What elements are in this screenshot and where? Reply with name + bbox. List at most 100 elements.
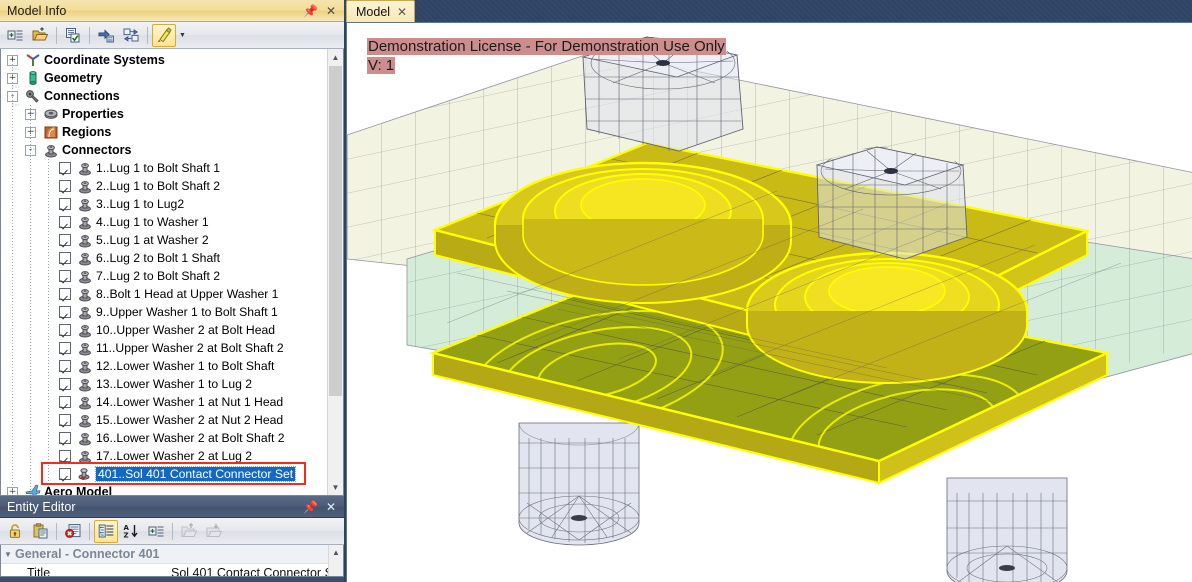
close-icon[interactable]: ✕ (326, 501, 336, 513)
check-all-icon[interactable] (61, 24, 85, 47)
tree-item-checkbox[interactable] (59, 198, 71, 210)
tree-item-connector-6[interactable]: 6..Lug 2 to Bolt 1 Shaft (1, 249, 327, 267)
tree-item-connector-15[interactable]: 15..Lower Washer 2 at Nut 2 Head (1, 411, 327, 429)
tab-model[interactable]: Model ✕ (346, 0, 416, 22)
tree-item-connector-13[interactable]: 13..Lower Washer 1 to Lug 2 (1, 375, 327, 393)
expand-node-icon[interactable]: + (7, 54, 18, 66)
model-tree-scrollbar[interactable]: ▲ ▼ (327, 49, 343, 495)
import-icon (177, 520, 201, 543)
connector-icon (77, 160, 93, 176)
connector-icon (77, 412, 93, 428)
clear-filter-icon[interactable] (61, 520, 85, 543)
tree-item-checkbox[interactable] (59, 378, 71, 390)
expand-tree-icon[interactable] (3, 24, 27, 47)
model-info-title: Model Info (7, 3, 67, 18)
tree-item-checkbox[interactable] (59, 288, 71, 300)
entity-editor-toolbar: AZ (0, 518, 344, 545)
tree-item-checkbox[interactable] (59, 270, 71, 282)
chevron-up-icon[interactable]: ▲ (329, 545, 343, 560)
property-row[interactable]: Title Sol 401 Contact Connector S (1, 564, 343, 576)
entity-editor-title: Entity Editor (7, 499, 76, 514)
property-value[interactable]: Sol 401 Contact Connector S (171, 566, 333, 576)
collapse-node-icon[interactable]: - (7, 90, 18, 102)
scrollbar-thumb[interactable] (329, 66, 342, 396)
collapse-triangle-icon[interactable]: ▼ (1, 550, 15, 559)
entity-editor-scrollbar[interactable]: ▲ (328, 545, 343, 576)
tree-item-connector-17[interactable]: 17..Lower Washer 2 at Lug 2 (1, 447, 327, 465)
chevron-down-icon[interactable]: ▼ (328, 479, 343, 495)
tree-item-label: 2..Lug 1 to Bolt Shaft 2 (96, 179, 220, 193)
tree-item-label: 13..Lower Washer 1 to Lug 2 (96, 377, 253, 391)
toolbar-separator (89, 26, 90, 44)
tree-item-connector-401[interactable]: 401..Sol 401 Contact Connector Set (1, 465, 327, 483)
tree-item-checkbox[interactable] (59, 162, 71, 174)
tree-item-label: 9..Upper Washer 1 to Bolt Shaft 1 (96, 305, 278, 319)
tree-item-checkbox[interactable] (59, 468, 71, 480)
tree-item-checkbox[interactable] (59, 432, 71, 444)
expand-all-icon[interactable] (144, 520, 168, 543)
tree-item-checkbox[interactable] (59, 360, 71, 372)
tree-item-checkbox[interactable] (59, 180, 71, 192)
expand-node-icon[interactable]: + (25, 126, 36, 138)
tree-item-regions[interactable]: + Regions (1, 123, 327, 141)
expand-node-icon[interactable]: + (7, 72, 18, 84)
tree-item-connector-5[interactable]: 5..Lug 1 at Washer 2 (1, 231, 327, 249)
lock-icon[interactable] (3, 520, 27, 543)
sort-az-icon[interactable]: AZ (119, 520, 143, 543)
tree-item-checkbox[interactable] (59, 450, 71, 462)
tree-item-label: 15..Lower Washer 2 at Nut 2 Head (96, 413, 284, 427)
airplane-icon (25, 484, 41, 495)
entity-editor-group-header[interactable]: ▼ General - Connector 401 (1, 545, 343, 564)
bolt-shaft-1 (518, 422, 640, 546)
tree-item-connector-3[interactable]: 3..Lug 1 to Lug2 (1, 195, 327, 213)
tree-item-connectors[interactable]: - Connectors (1, 141, 327, 159)
highlighter-icon[interactable] (152, 23, 176, 47)
tree-item-connector-14[interactable]: 14..Lower Washer 1 at Nut 1 Head (1, 393, 327, 411)
tree-item-connector-9[interactable]: 9..Upper Washer 1 to Bolt Shaft 1 (1, 303, 327, 321)
tree-item-checkbox[interactable] (59, 396, 71, 408)
open-folder-icon[interactable] (28, 24, 52, 47)
tree-item-properties[interactable]: + Properties (1, 105, 327, 123)
connector-icon (77, 232, 93, 248)
tree-item-connector-11[interactable]: 11..Upper Washer 2 at Bolt Shaft 2 (1, 339, 327, 357)
tree-item-connector-10[interactable]: 10..Upper Washer 2 at Bolt Head (1, 321, 327, 339)
washer-stack-1 (493, 161, 793, 304)
chevron-up-icon[interactable]: ▲ (328, 49, 343, 65)
tree-item-geometry[interactable]: + Geometry (1, 69, 327, 87)
expand-node-icon[interactable]: + (7, 486, 18, 495)
move-to-icon[interactable] (94, 24, 118, 47)
clipboard-icon[interactable] (28, 520, 52, 543)
tree-item-connector-4[interactable]: 4..Lug 1 to Washer 1 (1, 213, 327, 231)
chevron-down-icon[interactable]: ▼ (177, 32, 188, 39)
tree-item-connections[interactable]: - Connections (1, 87, 327, 105)
tree-item-coordinate-systems[interactable]: + Coordinate Systems (1, 51, 327, 69)
tree-item-connector-1[interactable]: 1..Lug 1 to Bolt Shaft 1 (1, 159, 327, 177)
tree-item-connector-12[interactable]: 12..Lower Washer 1 to Bolt Shaft (1, 357, 327, 375)
tree-item-connector-2[interactable]: 2..Lug 1 to Bolt Shaft 2 (1, 177, 327, 195)
tree-item-connector-16[interactable]: 16..Lower Washer 2 at Bolt Shaft 2 (1, 429, 327, 447)
pin-icon[interactable]: 📌 (303, 501, 318, 513)
tree-item-aero-model[interactable]: + Aero Model (1, 483, 327, 495)
tree-item-checkbox[interactable] (59, 324, 71, 336)
categorized-icon[interactable] (94, 519, 118, 543)
connector-icon (77, 214, 93, 230)
close-icon[interactable]: ✕ (397, 5, 407, 19)
model-tree[interactable]: + Coordinate Systems + Geometry - Connections… (1, 49, 327, 495)
tree-item-checkbox[interactable] (59, 414, 71, 426)
axes-icon (25, 52, 41, 68)
tree-item-connector-7[interactable]: 7..Lug 2 to Bolt Shaft 2 (1, 267, 327, 285)
tree-item-checkbox[interactable] (59, 234, 71, 246)
tree-item-connector-8[interactable]: 8..Bolt 1 Head at Upper Washer 1 (1, 285, 327, 303)
tree-item-checkbox[interactable] (59, 216, 71, 228)
tree-item-label: 4..Lug 1 to Washer 1 (96, 215, 209, 229)
3d-model-viewport[interactable]: Demonstration License - For Demonstratio… (346, 22, 1192, 582)
tree-item-checkbox[interactable] (59, 342, 71, 354)
expand-node-icon[interactable]: + (25, 108, 36, 120)
washer-icon (43, 106, 59, 122)
swap-icon[interactable] (119, 24, 143, 47)
tree-item-checkbox[interactable] (59, 252, 71, 264)
collapse-node-icon[interactable]: - (25, 144, 36, 156)
tree-item-checkbox[interactable] (59, 306, 71, 318)
close-icon[interactable]: ✕ (326, 5, 336, 17)
pin-icon[interactable]: 📌 (303, 5, 318, 17)
